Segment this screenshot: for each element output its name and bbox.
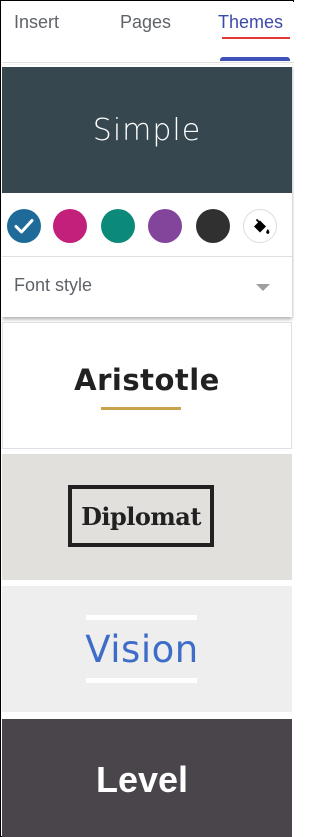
vision-line-top bbox=[86, 615, 197, 620]
color-swatches bbox=[2, 193, 292, 255]
custom-color-button[interactable] bbox=[243, 209, 277, 243]
color-swatch-dark-gray[interactable] bbox=[196, 209, 230, 243]
themes-panel: Insert Pages Themes Simple Font style Ar… bbox=[2, 2, 294, 837]
theme-card-vision[interactable]: Vision bbox=[2, 586, 292, 712]
check-icon bbox=[14, 219, 34, 234]
tab-themes[interactable]: Themes bbox=[218, 12, 283, 33]
theme-card-simple: Simple Font style bbox=[2, 65, 292, 317]
color-swatch-purple[interactable] bbox=[148, 209, 182, 243]
tab-insert[interactable]: Insert bbox=[14, 12, 59, 33]
color-swatch-teal[interactable] bbox=[101, 209, 135, 243]
theme-card-aristotle[interactable]: Aristotle bbox=[2, 322, 292, 449]
tab-bar: Insert Pages Themes bbox=[2, 2, 294, 63]
spelling-underline bbox=[222, 37, 290, 39]
color-swatch-blue[interactable] bbox=[7, 209, 41, 243]
font-style-label: Font style bbox=[14, 275, 93, 295]
active-tab-indicator bbox=[220, 57, 290, 61]
diplomat-frame: Diplomat bbox=[68, 485, 214, 547]
theme-title-simple: Simple bbox=[92, 112, 202, 148]
theme-title-level: Level bbox=[95, 759, 189, 800]
accent-line bbox=[101, 407, 181, 410]
theme-card-level[interactable]: Level bbox=[2, 719, 292, 837]
theme-title-aristotle: Aristotle bbox=[74, 363, 220, 397]
font-style-dropdown[interactable]: Font style bbox=[2, 256, 292, 315]
dropdown-caret-icon bbox=[256, 284, 270, 291]
theme-preview-simple[interactable]: Simple bbox=[2, 67, 292, 193]
paint-bucket-icon bbox=[254, 219, 270, 234]
vision-line-bottom bbox=[86, 678, 197, 683]
color-swatch-magenta[interactable] bbox=[53, 209, 87, 243]
theme-title-vision: Vision bbox=[85, 628, 199, 671]
tab-pages[interactable]: Pages bbox=[120, 12, 171, 33]
theme-title-diplomat: Diplomat bbox=[81, 501, 201, 531]
theme-card-diplomat[interactable]: Diplomat bbox=[2, 454, 292, 580]
